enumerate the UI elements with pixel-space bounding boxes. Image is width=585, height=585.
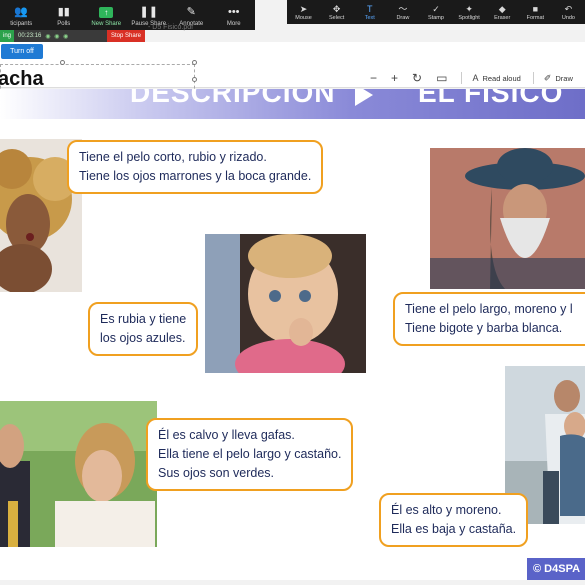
more-icon: ••• [227,6,240,18]
bubble-line: Tiene el pelo largo, moreno y l [405,302,573,316]
zoom-in-icon[interactable]: + [391,71,398,85]
select-icon: ✥ [332,3,341,14]
eraser-icon: ◆ [498,3,506,14]
bubble-line: Ella es baja y castaña. [391,522,517,536]
tool-draw-label: Draw [396,14,410,21]
tool-stamp-label: Stamp [428,14,444,21]
spotlight-icon: ✦ [465,3,473,14]
tool-format[interactable]: ■ Format [519,0,552,24]
tool-mouse-label: Mouse [295,14,312,21]
document-title: - D5 Fisico.pdf [148,24,194,31]
pause-icon: ❚❚ [139,6,158,18]
speech-bubble: Él es alto y moreno. Ella es baja y cast… [379,493,529,547]
tool-undo[interactable]: ↶ Undo [552,0,585,24]
typed-name-text[interactable]: acha [0,68,44,91]
participants-button[interactable]: 👥 ticipants [0,0,43,30]
new-share-label: New Share [91,21,122,27]
bubble-line: los ojos azules. [100,331,186,345]
zoom-meeting-toolbar: 👥 ticipants ▮▮ Polls ↑ New Share ❚❚ Paus… [0,0,255,30]
tool-text-label: Text [364,14,375,21]
tool-eraser[interactable]: ◆ Eraser [486,0,519,24]
annotate-icon: ✎ [186,6,196,18]
undo-icon: ↶ [564,3,573,14]
zoom-out-icon[interactable]: − [370,71,377,85]
photo-bearded-man [430,148,585,289]
bubble-line: Es rubia y tiene [100,312,187,326]
banner-title-left: DESCRIPCIÓN [130,89,336,108]
banner-arrow-icon [355,89,373,106]
participants-label: ticipants [10,21,33,27]
pdf-viewer-header: Turn off acha − + ↻ ▭ A Read aloud ✐ Dra… [0,42,585,96]
stop-share-button[interactable]: Stop Share [106,30,145,42]
tool-select[interactable]: ✥ Select [320,0,353,24]
tool-format-label: Format [526,14,545,21]
banner-title-right: EL FÍSICO [418,89,564,108]
read-aloud-icon: A [472,73,479,83]
copyright-icon: © [533,563,542,575]
tool-spotlight[interactable]: ✦ Spotlight [453,0,486,24]
status-icons: ◉ ◉ ◉ [45,33,70,40]
read-aloud-button[interactable]: Read aloud [482,74,520,83]
tool-spotlight-label: Spotlight [458,14,480,21]
polls-icon: ▮▮ [57,6,70,18]
polls-label: Polls [57,21,71,27]
draw-pen-icon: ✐ [543,72,552,83]
photo-baby [205,234,366,373]
recording-indicator: ing [0,30,15,42]
tool-stamp[interactable]: ✓ Stamp [419,0,452,24]
draw-icon: 〜 [398,3,408,14]
bubble-line: Tiene bigote y barba blanca. [405,321,563,335]
slide-canvas: DESCRIPCIÓN EL FÍSICO Tiene el pelo cort… [0,89,585,580]
tool-select-label: Select [329,14,345,21]
slide-banner: DESCRIPCIÓN EL FÍSICO [0,89,585,119]
new-share-icon: ↑ [99,7,114,18]
new-share-button[interactable]: ↑ New Share [85,0,128,30]
polls-button[interactable]: ▮▮ Polls [43,0,86,30]
speech-bubble: Tiene el pelo corto, rubio y rizado. Tie… [67,140,324,194]
participants-icon: 👥 [14,6,29,18]
bubble-line: Él es calvo y lleva gafas. [158,428,295,442]
bubble-line: Sus ojos son verdes. [158,466,275,480]
more-button[interactable]: ••• More [213,0,256,30]
resize-handle[interactable] [60,60,65,65]
mouse-pointer-icon: ➤ [299,3,308,14]
format-icon: ■ [532,3,539,14]
bubble-line: Ella tiene el pelo largo y castaño. [158,447,342,461]
photo-wedding-couple [0,401,157,547]
tool-eraser-label: Eraser [494,14,511,21]
tool-draw[interactable]: 〜 Draw [386,0,419,24]
draw-button[interactable]: Draw [555,74,573,83]
logo-text: D4SPA [544,563,581,575]
stamp-icon: ✓ [432,3,440,14]
toolbar-divider [461,72,463,84]
tool-undo-label: Undo [561,14,575,21]
speech-bubble: Él es calvo y lleva gafas. Ella tiene el… [146,418,354,491]
bubble-line: Tiene los ojos marrones y la boca grande… [79,169,312,183]
toolbar-divider [532,72,534,84]
share-status-bar: ing 00:23:16 ◉ ◉ ◉ Stop Share [0,30,145,42]
resize-handle[interactable] [192,60,197,65]
tool-text[interactable]: T Text [353,0,386,24]
bubble-line: Tiene el pelo corto, rubio y rizado. [79,150,267,164]
d4spanish-logo: © D4SPA [527,558,585,580]
tool-mouse[interactable]: ➤ Mouse [287,0,320,24]
more-label: More [226,21,241,27]
share-timer: 00:23:16 [18,33,42,39]
rotate-icon[interactable]: ↻ [412,71,422,85]
annotation-toolbar: ➤ Mouse ✥ Select T Text 〜 Draw ✓ Stamp ✦ Spotl… [287,0,585,24]
text-icon: T [367,3,373,14]
speech-bubble: Es rubia y tiene los ojos azules. [88,302,199,356]
turn-off-button[interactable]: Turn off [1,44,43,59]
pdf-toolbar: − + ↻ ▭ A Read aloud ✐ Draw [370,71,585,85]
speech-bubble: Tiene el pelo largo, moreno y l Tiene bi… [393,292,585,346]
fit-page-icon[interactable]: ▭ [436,71,447,85]
bubble-line: Él es alto y moreno. [391,503,502,517]
resize-handle[interactable] [192,77,197,82]
